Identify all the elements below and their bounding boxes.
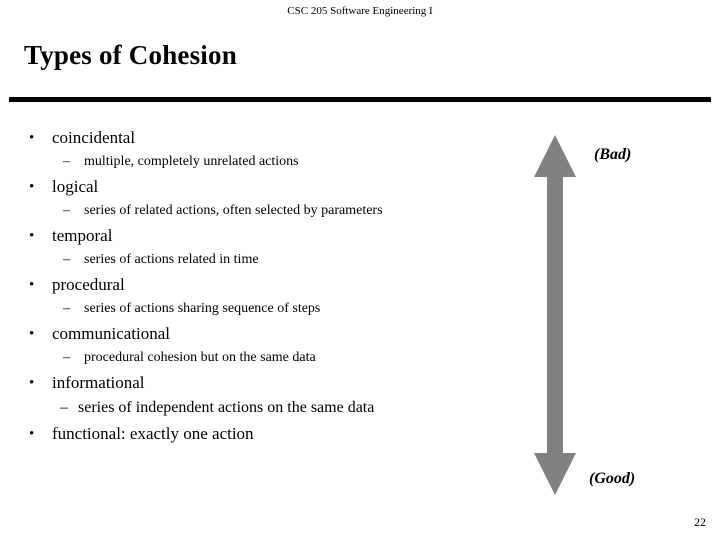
list-item: • communicational (20, 324, 520, 344)
list-item: • logical (20, 177, 520, 197)
course-header: CSC 205 Software Engineering I (287, 5, 433, 17)
page-number: 22 (694, 515, 706, 529)
list-item-label: procedural (52, 275, 125, 294)
bullet-list: • coincidental – multiple, completely un… (20, 128, 520, 446)
sub-list-item: – procedural cohesion but on the same da… (20, 349, 520, 367)
list-item-label: logical (52, 177, 99, 196)
sub-list-item: – series of actions sharing sequence of … (20, 300, 520, 318)
bullet-icon: • (29, 326, 35, 342)
list-item: • coincidental (20, 128, 520, 148)
bullet-icon: • (29, 228, 35, 244)
sub-list-item-label: series of related actions, often selecte… (84, 203, 383, 218)
list-item-label: temporal (52, 226, 113, 245)
sub-list-item-label: procedural cohesion but on the same data (84, 350, 316, 365)
sub-list-item: – series of related actions, often selec… (20, 202, 520, 220)
list-item: • temporal (20, 226, 520, 246)
sub-list-item-label: multiple, completely unrelated actions (84, 154, 299, 169)
bullet-icon: • (29, 130, 35, 146)
list-item: • informational (20, 373, 520, 393)
list-item: • procedural (20, 275, 520, 295)
dash-icon: – (63, 350, 70, 365)
list-item-label: functional: exactly one action (52, 424, 254, 443)
dash-icon: – (63, 203, 70, 218)
bullet-icon: • (29, 375, 35, 391)
dash-icon: – (60, 399, 68, 416)
arrow-top-label: (Bad) (594, 146, 632, 163)
bullet-icon: • (29, 277, 35, 293)
dash-icon: – (63, 154, 70, 169)
sub-list-item: – multiple, completely unrelated actions (20, 153, 520, 171)
bullet-icon: • (29, 426, 35, 442)
list-item-label: communicational (52, 324, 171, 343)
list-item-label: informational (52, 373, 145, 392)
page-title: Types of Cohesion (24, 40, 237, 70)
sub-list-item-label: series of actions sharing sequence of st… (84, 301, 321, 316)
sub-list-item-label: series of independent actions on the sam… (78, 399, 375, 416)
list-item-label: coincidental (52, 128, 136, 147)
double-headed-vertical-arrow (528, 135, 582, 495)
slide: CSC 205 Software Engineering I Types of … (0, 0, 720, 540)
sub-list-item: – series of actions related in time (20, 251, 520, 269)
dash-icon: – (63, 252, 70, 267)
sub-list-item: – series of independent actions on the s… (20, 398, 520, 418)
dash-icon: – (63, 301, 70, 316)
title-divider (9, 97, 711, 102)
list-item: • functional: exactly one action (20, 424, 520, 444)
bullet-icon: • (29, 179, 35, 195)
arrow-bottom-label: (Good) (589, 470, 636, 487)
sub-list-item-label: series of actions related in time (84, 252, 259, 267)
